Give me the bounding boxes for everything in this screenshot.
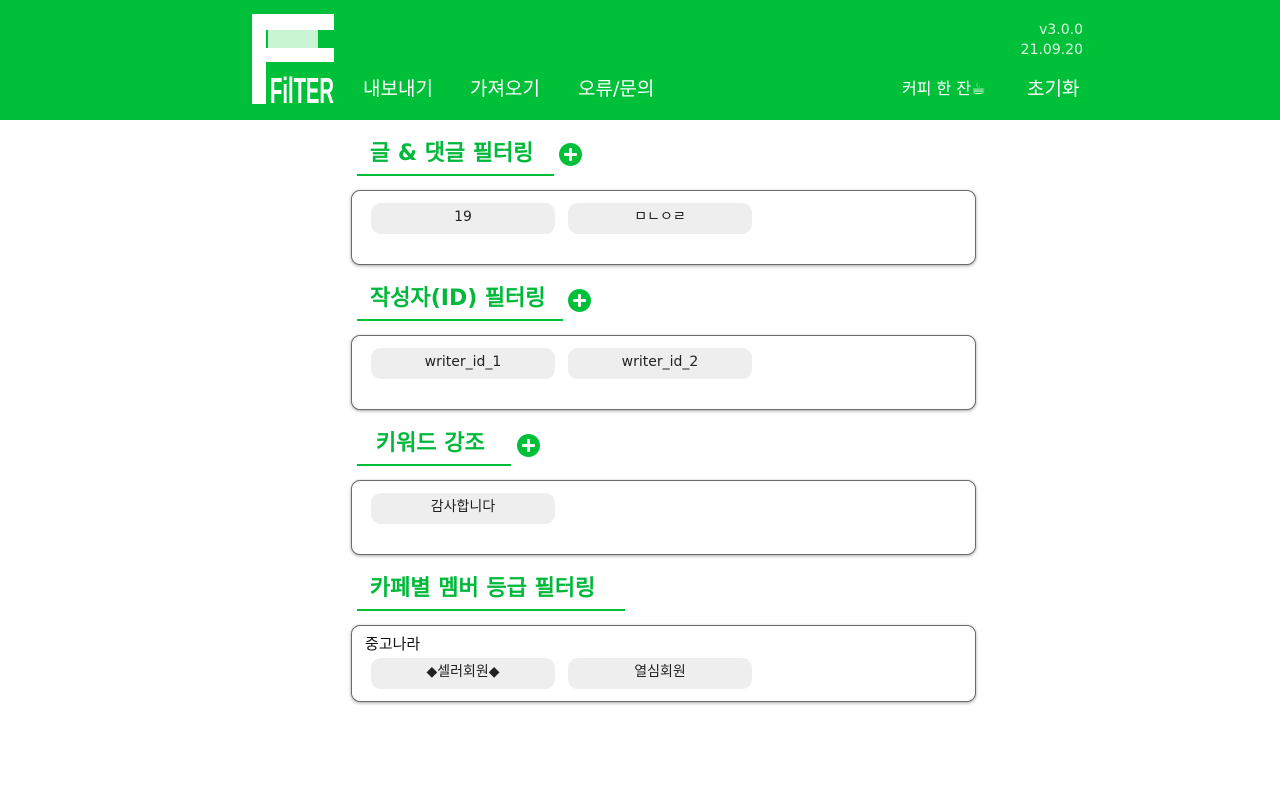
- filter-logo: FilTER: [252, 14, 334, 104]
- section-title-text: 작성자(ID) 필터링: [370, 286, 546, 311]
- nav-import[interactable]: 가져오기: [470, 76, 540, 102]
- nav-error-inquiry[interactable]: 오류/문의: [578, 76, 654, 102]
- coffee-icon: ☕: [971, 79, 986, 98]
- section-title-post-comment: 글 & 댓글 필터링: [357, 136, 554, 176]
- add-post-filter-button[interactable]: [559, 143, 582, 166]
- filter-chip[interactable]: writer_id_2: [568, 348, 752, 379]
- section-title-text: 카페별 멤버 등급 필터링: [370, 576, 596, 601]
- filter-chip[interactable]: 19: [371, 203, 555, 234]
- filter-chip[interactable]: writer_id_1: [371, 348, 555, 379]
- filter-chip[interactable]: ㅁㄴㅇㄹ: [568, 203, 752, 234]
- add-writer-filter-button[interactable]: [568, 289, 591, 312]
- coffee-label: 커피 한 잔: [902, 79, 972, 98]
- section-title-text: 키워드 강조: [376, 431, 485, 456]
- section-title-cafe-grade: 카페별 멤버 등급 필터링: [357, 571, 625, 611]
- section-title-writer: 작성자(ID) 필터링: [357, 281, 563, 321]
- coffee-donate-link[interactable]: 커피 한 잔☕: [902, 78, 985, 100]
- post-comment-filter-box: 19 ㅁㄴㅇㄹ: [351, 190, 976, 265]
- reset-button[interactable]: 초기화: [1027, 76, 1079, 102]
- cafe-name-label: 중고나라: [365, 635, 421, 653]
- version-date: 21.09.20: [1020, 42, 1083, 58]
- svg-text:FilTER: FilTER: [270, 70, 334, 104]
- add-keyword-button[interactable]: [517, 434, 540, 457]
- section-title-text: 글 & 댓글 필터링: [370, 141, 534, 166]
- nav-export[interactable]: 내보내기: [363, 76, 433, 102]
- section-title-keyword: 키워드 강조: [357, 426, 511, 466]
- version-label: v3.0.0: [1039, 22, 1083, 38]
- cafe-grade-filter-box: 중고나라 ◆셀러회원◆ 열심회원: [351, 625, 976, 702]
- grade-chip[interactable]: ◆셀러회원◆: [371, 658, 555, 689]
- keyword-highlight-box: 감사합니다: [351, 480, 976, 555]
- writer-filter-box: writer_id_1 writer_id_2: [351, 335, 976, 410]
- keyword-chip[interactable]: 감사합니다: [371, 493, 555, 524]
- grade-chip[interactable]: 열심회원: [568, 658, 752, 689]
- top-header: FilTER 내보내기 가져오기 오류/문의 v3.0.0 21.09.20 커…: [0, 0, 1280, 120]
